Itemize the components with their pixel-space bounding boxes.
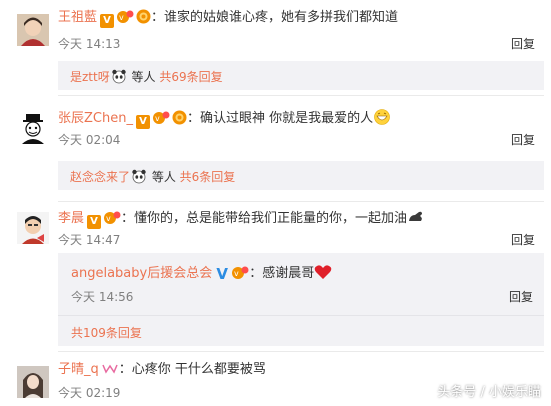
timestamp: 今天 02:04	[58, 133, 121, 147]
reply-text: ：感谢晨哥	[249, 266, 315, 281]
panda-emoji-icon	[132, 169, 146, 184]
watermark: 头条号 / 小娱乐瞄	[437, 385, 541, 400]
verified-icon: V	[135, 115, 150, 129]
reply-timestamp: 今天 14:56	[71, 290, 134, 304]
reply-button[interactable]: 回复	[509, 289, 533, 305]
timestamp: 今天 14:13	[58, 37, 121, 51]
avatar[interactable]	[17, 112, 49, 144]
more-replies-link[interactable]: 赵念念来了 等人 共6条回复	[70, 168, 235, 185]
heart-emoji-icon	[314, 265, 332, 279]
panda-emoji-icon	[112, 69, 126, 84]
svg-text:v: v	[119, 13, 124, 22]
replies-box: 赵念念来了 等人 共6条回复	[58, 161, 544, 190]
reply-button[interactable]: 回复	[511, 232, 535, 248]
fans-icon[interactable]	[172, 110, 187, 125]
more-replies-link[interactable]: 是ztt呀 等人 共69条回复	[70, 68, 223, 85]
avatar[interactable]	[17, 14, 49, 46]
comment-text: ：懂你的，总是能带给我们正能量的你，一起加油	[121, 211, 408, 226]
reply-count[interactable]: 共6条回复	[180, 170, 236, 184]
divider	[58, 95, 544, 96]
reply-count[interactable]: 共109条回复	[71, 326, 142, 340]
vip-icon[interactable]: v	[152, 110, 170, 125]
reply-user-link[interactable]: 赵念念来了	[70, 170, 130, 184]
svg-text:v: v	[234, 269, 239, 278]
fans-icon[interactable]	[136, 9, 151, 24]
replies-box: angelababy后援会总会 Vv ：感谢晨哥 今天 14:56 回复 共109条…	[58, 253, 544, 346]
reply-button[interactable]: 回复	[511, 36, 535, 52]
more-text: 等人	[127, 70, 156, 84]
muscle-emoji-icon	[409, 211, 423, 221]
username[interactable]: 李晨	[58, 211, 84, 226]
more-text: 等人	[148, 170, 176, 184]
replies-box: 是ztt呀 等人 共69条回复	[58, 61, 544, 90]
reply-button[interactable]: 回复	[511, 132, 535, 148]
comment-text: ：确认过眼神 你就是我最爱的人	[186, 111, 374, 126]
avatar[interactable]	[17, 212, 49, 244]
avatar[interactable]	[17, 366, 49, 398]
username[interactable]: 子晴_q	[58, 362, 99, 377]
divider	[58, 315, 544, 316]
svg-text:v: v	[106, 214, 111, 223]
comment-item: 李晨 Vv ：懂你的，总是能带给我们正能量的你，一起加油 今天 14:47 回复 a…	[0, 202, 551, 350]
username[interactable]: 张辰ZChen_	[58, 111, 133, 126]
timestamp: 今天 14:47	[58, 233, 121, 247]
verified-icon: V	[100, 14, 115, 28]
comment-text: ：谁家的姑娘谁心疼，她有多拼我们都知道	[151, 10, 399, 25]
comment-item: 张辰ZChen_ Vv ：确认过眼神 你就是我最爱的人 今天 02:04 回复 赵念…	[0, 100, 551, 200]
timestamp: 今天 02:19	[58, 386, 121, 400]
reply-user-link[interactable]: 是ztt呀	[70, 70, 110, 84]
reply-username[interactable]: angelababy后援会总会	[71, 266, 212, 281]
comment-text: ：心疼你 干什么都要被骂	[118, 362, 266, 377]
verified-icon: V	[216, 265, 228, 283]
username[interactable]: 王祖藍	[58, 10, 97, 25]
reply-count[interactable]: 共69条回复	[159, 70, 222, 84]
vip-icon[interactable]: v	[103, 210, 121, 225]
comment-item: 王祖藍 Vv ：谁家的姑娘谁心疼，她有多拼我们都知道 今天 14:13 回复 是zt…	[0, 0, 551, 94]
svg-text:v: v	[155, 114, 160, 123]
verified-icon: V	[87, 215, 102, 229]
vip-icon[interactable]: v	[116, 9, 134, 24]
more-replies-link[interactable]: 共109条回复	[71, 325, 142, 341]
vip-icon[interactable]	[101, 361, 119, 376]
grin-emoji-icon	[374, 109, 390, 125]
vip-icon[interactable]: v	[231, 265, 249, 280]
